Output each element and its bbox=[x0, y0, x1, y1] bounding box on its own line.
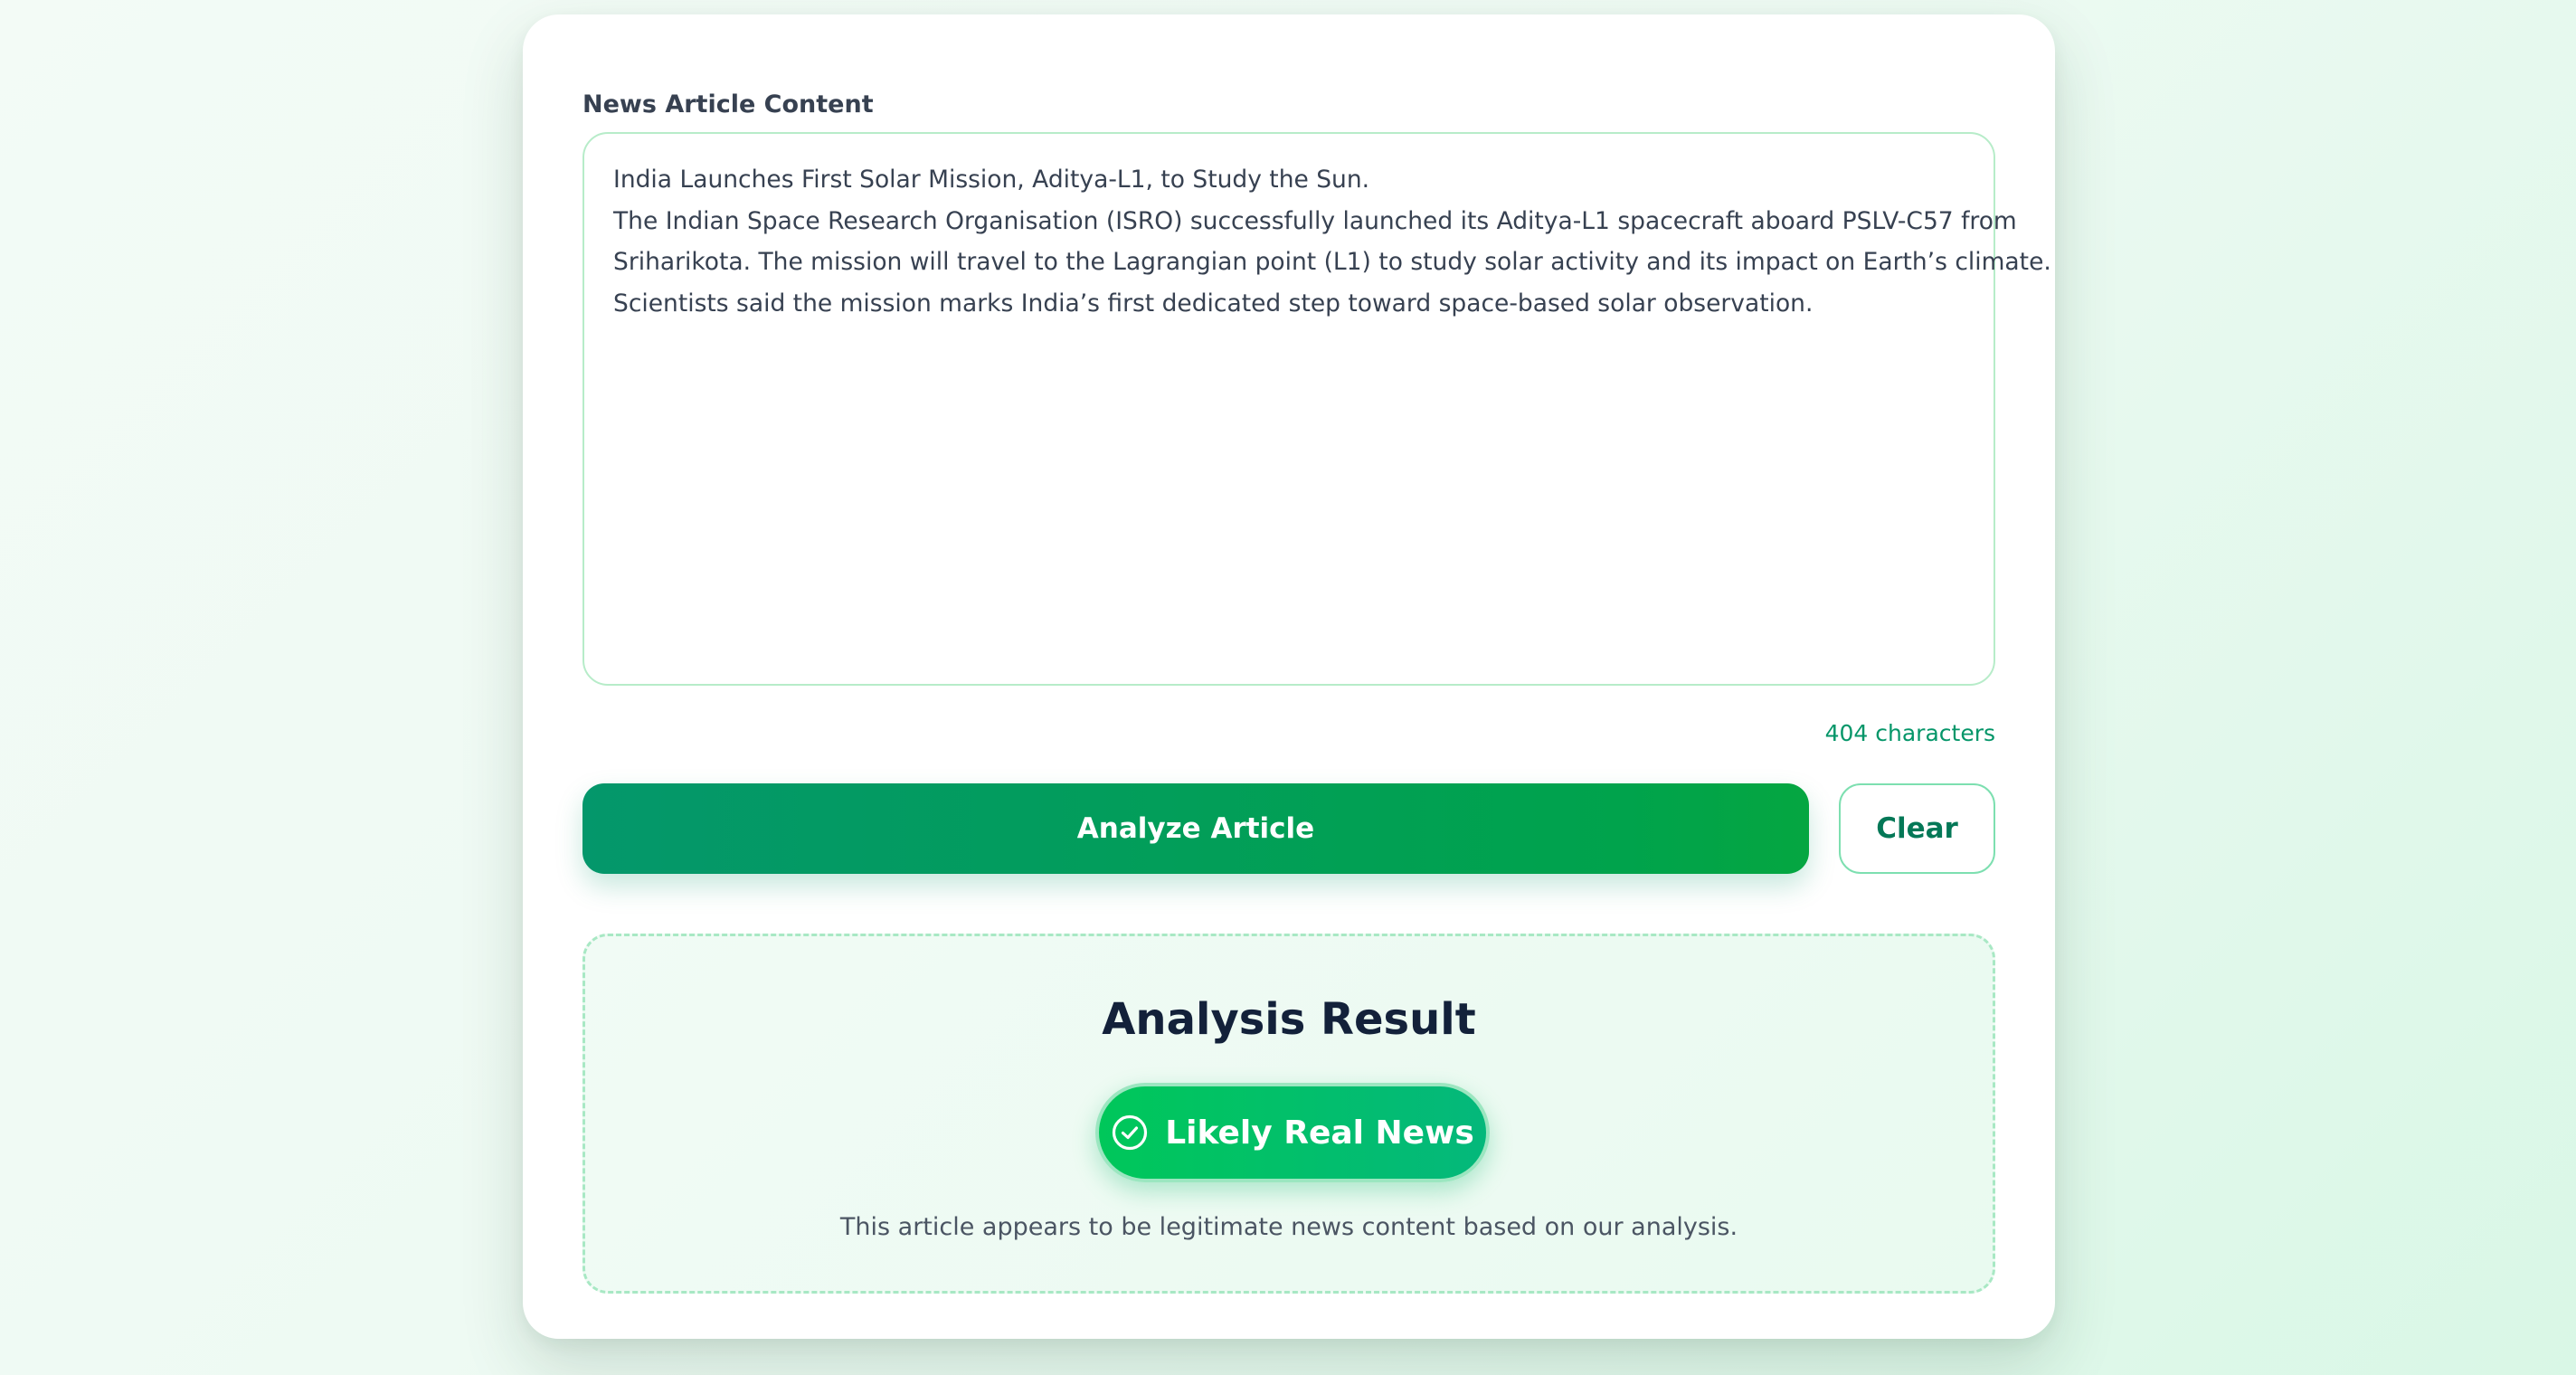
article-content-label: News Article Content bbox=[582, 90, 874, 119]
character-count: 404 characters bbox=[1824, 720, 1995, 746]
result-title: Analysis Result bbox=[1102, 994, 1476, 1045]
article-line: Sriharikota. The mission will travel to … bbox=[613, 248, 2051, 276]
analyzer-card: News Article Content India Launches Firs… bbox=[523, 14, 2055, 1339]
article-line: The Indian Space Research Organisation (… bbox=[613, 206, 2017, 235]
check-circle-icon bbox=[1111, 1114, 1149, 1152]
result-description: This article appears to be legitimate ne… bbox=[839, 1213, 1738, 1241]
analyze-article-button[interactable]: Analyze Article bbox=[582, 783, 1809, 874]
clear-button[interactable]: Clear bbox=[1839, 783, 1995, 874]
article-textarea[interactable]: India Launches First Solar Mission, Adit… bbox=[582, 132, 2051, 686]
verdict-label: Likely Real News bbox=[1165, 1114, 1474, 1152]
analysis-result-panel: Analysis Result Likely Real News This ar… bbox=[582, 934, 1995, 1294]
verdict-badge: Likely Real News bbox=[1095, 1083, 1490, 1182]
article-line: India Launches First Solar Mission, Adit… bbox=[613, 166, 1370, 194]
article-line: Scientists said the mission marks India’… bbox=[613, 289, 1814, 318]
